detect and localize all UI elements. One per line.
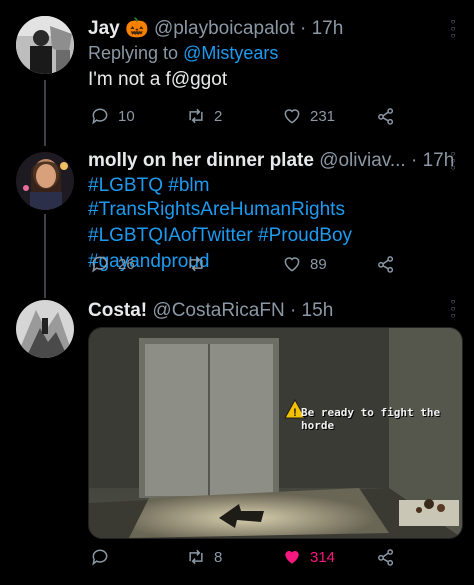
retweet-icon — [189, 256, 203, 272]
retweet-icon — [189, 549, 203, 565]
heart-icon — [285, 551, 299, 564]
hashtag-line[interactable]: #LGBTQIAofTwitter #ProudBoy — [88, 224, 460, 248]
hashtag-line[interactable]: #LGBTQ #blm #TransRightsAreHumanRights — [88, 174, 460, 222]
media-caption: Be ready to fight the horde — [301, 406, 441, 432]
share-icon — [378, 108, 394, 125]
like-count: 231 — [310, 107, 336, 125]
reply-icon — [92, 256, 108, 273]
svg-text:!: ! — [293, 407, 297, 419]
tweet-actions: 8 314 — [88, 547, 408, 571]
retweet-count: 2 — [214, 107, 223, 125]
replying-to-link[interactable]: @Mistyears — [183, 43, 278, 63]
replying-to: Replying to @Mistyears — [88, 43, 460, 64]
reply-button[interactable]: 10 — [90, 106, 135, 126]
more-icon[interactable]: ○ ○ ○ — [450, 298, 456, 320]
timestamp[interactable]: · 17h — [300, 18, 343, 39]
tweet-media-image[interactable]: ! Be ready to fight the horde — [88, 327, 463, 539]
game-screenshot: ! — [89, 328, 462, 538]
timestamp[interactable]: · 17h — [411, 150, 454, 171]
tweet-header: Jay 🎃 @playboicapalot · 17h — [88, 16, 460, 40]
tweet[interactable]: Jay 🎃 @playboicapalot · 17h Replying to … — [0, 0, 474, 140]
tweet-text: I'm not a f@ggot — [88, 69, 228, 90]
display-name[interactable]: Jay — [88, 18, 120, 39]
avatar-image — [16, 152, 74, 210]
like-count: 314 — [310, 548, 336, 566]
share-icon — [378, 549, 394, 566]
tweet-header: Costa! @CostaRicaFN · 15h — [88, 300, 460, 322]
username[interactable]: @playboicapalot — [154, 18, 295, 39]
avatar-image — [16, 300, 74, 358]
tweet-header: molly on her dinner plate @oliviav... · … — [88, 150, 460, 172]
share-button[interactable] — [376, 106, 396, 126]
retweet-button[interactable] — [186, 254, 214, 274]
tweet-actions: 26 89 — [88, 254, 408, 278]
like-button[interactable]: 89 — [282, 254, 327, 274]
share-button[interactable] — [376, 547, 396, 567]
tweet-actions: 10 2 231 — [88, 106, 408, 130]
share-button[interactable] — [376, 254, 396, 274]
avatar[interactable] — [16, 300, 74, 358]
avatar[interactable] — [16, 16, 74, 74]
heart-icon — [284, 109, 300, 124]
reply-icon — [92, 549, 108, 566]
retweet-icon — [189, 108, 203, 124]
reply-icon — [92, 108, 108, 125]
like-button[interactable]: 314 — [282, 547, 335, 567]
retweet-count: 8 — [214, 548, 223, 566]
share-icon — [378, 256, 394, 273]
display-name[interactable]: Costa! — [88, 300, 147, 321]
reply-count: 10 — [118, 107, 135, 125]
more-icon[interactable]: ○ ○ ○ — [450, 150, 456, 172]
retweet-button[interactable]: 8 — [186, 547, 222, 567]
avatar-image — [16, 16, 74, 74]
more-icon[interactable]: ○ ○ ○ — [450, 18, 456, 40]
heart-icon — [284, 257, 300, 272]
pumpkin-emoji: 🎃 — [124, 18, 149, 39]
avatar[interactable] — [16, 152, 74, 210]
timestamp[interactable]: · 15h — [290, 300, 333, 321]
retweet-button[interactable]: 2 — [186, 106, 222, 126]
reply-count: 26 — [118, 255, 135, 273]
replying-to-prefix: Replying to — [88, 43, 179, 63]
like-button[interactable]: 231 — [282, 106, 335, 126]
reply-button[interactable]: 26 — [90, 254, 135, 274]
like-count: 89 — [310, 255, 327, 273]
reply-button[interactable] — [90, 547, 118, 567]
username[interactable]: @CostaRicaFN — [152, 300, 284, 321]
display-name[interactable]: molly on her dinner plate — [88, 150, 314, 171]
tweet[interactable]: molly on her dinner plate @oliviav... · … — [0, 140, 474, 290]
username[interactable]: @oliviav... — [319, 150, 406, 171]
